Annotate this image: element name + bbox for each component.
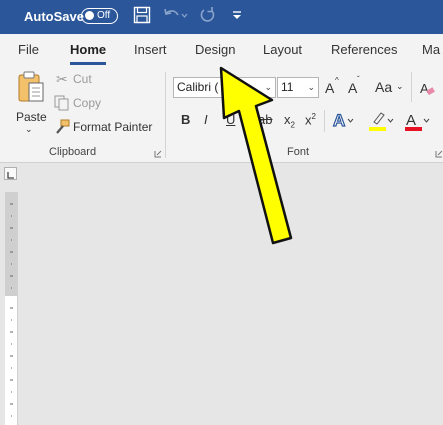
annotation-arrow xyxy=(219,66,293,245)
